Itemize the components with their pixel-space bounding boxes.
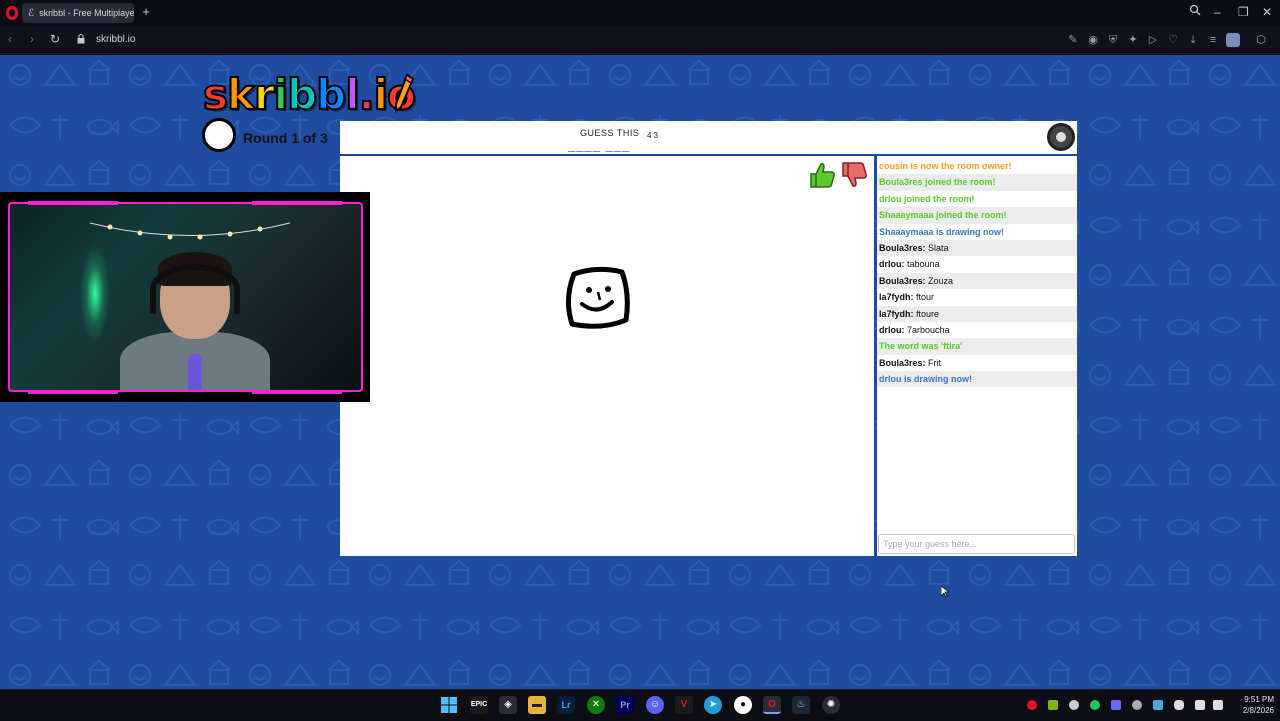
logo-letter: i [373,69,390,120]
pencil-icon [395,73,415,113]
webcam-overlay [0,192,370,402]
logo-letter: b [315,69,347,120]
chat-message: The word was 'ftira' [877,338,1077,355]
windows-taskbar: EPIC ◈ ▬ Lr ✕ Pr ☺ V ➤ ● O ♨ ✺ 9:51 PM 2… [0,689,1280,720]
lightroom-icon[interactable]: Lr [557,696,575,714]
tray-app-icon[interactable] [1069,700,1079,710]
skribbl-page: skribbl.io Round 1 of 3 GUESS THIS ____ … [0,55,1280,689]
webcam-feed [8,202,363,392]
chat-message: Boula3res: Zouza [877,272,1077,290]
chat-message: drlou joined the room! [879,193,975,204]
word-bar: GUESS THIS ____ ___ 4 3 [340,121,1077,154]
drawn-smiley-face [566,266,630,329]
play-icon[interactable]: ▷ [1146,33,1160,47]
tray-network-icon[interactable] [1153,700,1163,710]
chat-message: la7fydh: ftour [879,292,935,303]
edit-icon[interactable]: ✎ [1066,33,1080,47]
round-indicator: Round 1 of 3 [243,130,328,146]
lock-icon [77,34,85,44]
browser-titlebar: ℰ skribbl - Free Multiplayer + – ❐ ✕ [0,0,1280,26]
discord-icon[interactable]: ☺ [646,696,664,714]
menu-icon[interactable]: ≡ [1206,33,1220,47]
word-letter-count: 4 3 [647,131,659,140]
profile-icon[interactable] [1226,33,1240,47]
chat-message: drlou: 7arboucha [879,324,950,335]
mouse-cursor-icon [941,586,949,598]
opera-taskbar-icon[interactable]: O [763,696,781,714]
tray-nvidia-icon[interactable] [1048,700,1058,710]
logo-letter: r [253,69,276,120]
box-icon[interactable]: ⬡ [1254,33,1268,47]
chat-message: Shaaaymaaa joined the room! [877,207,1077,224]
guess-label: GUESS THIS [580,128,640,138]
minimize-button[interactable]: – [1214,4,1221,20]
clock-date: 2/8/2026 [1242,706,1274,715]
chat-message: Shaaaymaaa is drawing now! [879,226,1005,237]
search-icon[interactable] [1189,4,1201,20]
tray-mic-icon[interactable] [1174,700,1184,710]
chat-message: Boula3res: Frit [879,357,942,368]
skribbl-logo: skribbl.io [202,69,417,120]
download-icon[interactable]: ⤓ [1186,33,1200,47]
tray-settings-icon[interactable] [1132,700,1142,710]
taskbar-clock[interactable]: 9:51 PM 2/8/2026 [1228,694,1274,716]
tab-title: skribbl - Free Multiplayer [39,8,134,18]
browser-tab[interactable]: ℰ skribbl - Free Multiplayer [22,3,134,23]
url-field[interactable]: skribbl.io [96,34,135,45]
thumbs-up-icon[interactable] [807,160,837,190]
file-explorer-icon[interactable]: ▬ [528,696,546,714]
chat-message: la7fydh: ftoure [877,305,1077,322]
telegram-icon[interactable]: ➤ [704,696,722,714]
logo-letter: i [273,69,290,120]
epic-games-icon[interactable]: EPIC [470,696,488,714]
guess-input[interactable] [878,534,1075,554]
obs-icon[interactable]: ● [734,696,752,714]
forward-button[interactable]: › [30,32,34,46]
camera-icon[interactable]: ◉ [1086,33,1100,47]
logo-letter: k [226,69,256,120]
new-tab-button[interactable]: + [139,4,153,20]
logo-letter: s [202,69,229,120]
tray-volume-icon[interactable] [1213,700,1223,710]
tray-monitor-icon[interactable] [1111,700,1121,710]
thumbs-down-icon[interactable] [839,160,869,190]
opera-logo-icon[interactable] [6,6,18,20]
start-button[interactable] [440,696,458,714]
reload-button[interactable]: ↻ [50,32,60,46]
address-bar: ‹ › ↻ skribbl.io ✎ ◉ ⛨ ✦ ▷ ♡ ⤓ ≡ ⬡ [0,26,1280,54]
settings-gear-icon[interactable] [1047,123,1075,151]
chat-message: cousin is now the room owner! [879,161,1012,171]
logo-letter: b [286,69,318,120]
ubisoft-icon[interactable]: ◈ [499,696,517,714]
timer-clock-icon [202,118,236,152]
logo-letter: . [358,69,376,120]
word-blanks: ____ ___ [568,138,631,153]
back-button[interactable]: ‹ [8,32,12,46]
vivaldi-icon[interactable]: V [675,696,693,714]
close-button[interactable]: ✕ [1262,4,1272,20]
chatgpt-icon[interactable]: ✺ [822,696,840,714]
skribbl-favicon-icon: ℰ [28,7,35,19]
chat-message: drlou: tabouna [879,259,940,270]
chat-list: cousin is now the room owner! Boula3res … [877,158,1077,388]
steam-icon[interactable]: ♨ [792,696,810,714]
premiere-pro-icon[interactable]: Pr [616,696,634,714]
xbox-icon[interactable]: ✕ [587,696,605,714]
heart-icon[interactable]: ♡ [1166,33,1180,47]
tray-wifi-icon[interactable] [1195,700,1205,710]
chat-message: Boula3res joined the room! [877,174,1077,191]
chat-panel: cousin is now the room owner! Boula3res … [877,156,1077,556]
drawing-canvas[interactable] [340,156,874,556]
extension-icon[interactable]: ✦ [1126,33,1140,47]
clock-time: 9:51 PM [1244,695,1274,704]
maximize-button[interactable]: ❐ [1238,4,1249,20]
shield-icon[interactable]: ⛨ [1106,33,1120,47]
tray-spotify-icon[interactable] [1090,700,1100,710]
chat-message: Boula3res: Slata [877,239,1077,257]
logo-letter: l [344,69,361,120]
chat-message: drlou is drawing now! [877,371,1077,388]
tray-opera-gx-icon[interactable] [1027,700,1037,710]
